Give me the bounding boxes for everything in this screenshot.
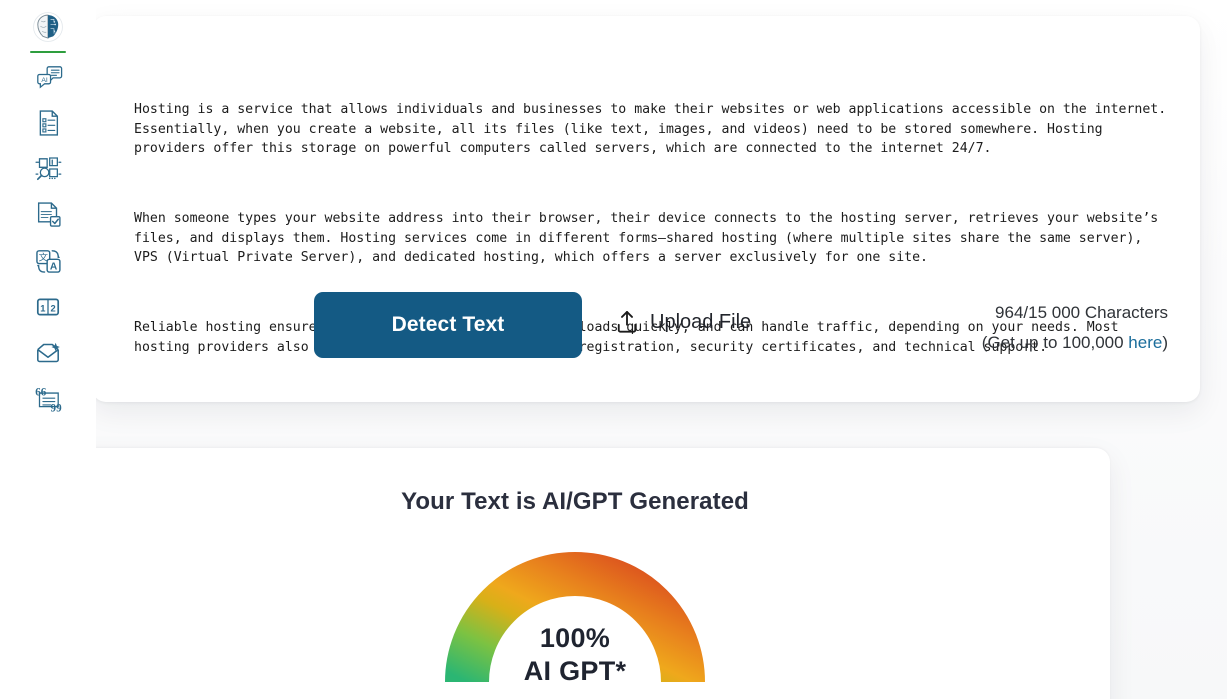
detection-result-card: Your Text is AI/GPT Generated 100% AI GP…: [40, 448, 1110, 699]
upload-arrow-icon: [617, 310, 637, 333]
app-root: AI 文 A 1 2 66 99 Hosting is a service th…: [0, 0, 1227, 699]
editor-paragraph: Hosting is a service that allows individ…: [134, 102, 1175, 156]
character-counter: 964/15 000 Characters (Get up to 100,000…: [982, 298, 1168, 358]
result-title: Your Text is AI/GPT Generated: [401, 488, 749, 515]
character-upgrade-note: (Get up to 100,000 here): [982, 328, 1168, 358]
svg-text:A: A: [50, 262, 58, 273]
svg-text:AI: AI: [41, 77, 48, 84]
character-count-value: 964/15 000 Characters: [995, 303, 1168, 322]
ai-score-gauge: 100% AI GPT*: [445, 530, 705, 699]
sidebar-item-summarizer[interactable]: [0, 100, 96, 146]
upload-file-label: Upload File: [650, 310, 752, 333]
sidebar-item-grammar-checker[interactable]: [0, 192, 96, 238]
editor-controls: Detect Text Upload File 964/15 000 Chara…: [134, 292, 1170, 384]
gauge-percent-value: 100%: [539, 623, 611, 653]
document-check-icon: [37, 202, 61, 227]
svg-text:1: 1: [40, 303, 45, 313]
gauge-subtitle: AI GPT*: [523, 656, 627, 686]
sidebar-item-citation-generator[interactable]: 66 99: [0, 376, 96, 422]
sidebar-item-translator[interactable]: 文 A: [0, 238, 96, 284]
magnifier-document-scan-icon: [35, 157, 62, 181]
document-list-icon: [39, 110, 59, 136]
sidebar-item-ai-content-detector[interactable]: [0, 0, 96, 54]
brain-ai-icon: [33, 12, 63, 42]
email-sparkle-icon: [37, 342, 60, 363]
translate-icon: 文 A: [36, 250, 61, 273]
upload-file-button[interactable]: Upload File: [616, 310, 751, 334]
svg-text:99: 99: [51, 403, 63, 415]
sidebar-item-email-writer[interactable]: [0, 330, 96, 376]
svg-text:2: 2: [50, 303, 55, 313]
gauge-center-labels: 100% AI GPT*: [445, 622, 705, 688]
sidebar-item-ai-detector-scan[interactable]: [0, 146, 96, 192]
detect-text-button[interactable]: Detect Text: [314, 292, 582, 358]
upgrade-here-link[interactable]: here: [1128, 333, 1162, 352]
editor-paragraph: When someone types your website address …: [134, 211, 1167, 265]
quotation-marks-icon: 66 99: [35, 387, 63, 415]
sidebar-item-word-counter[interactable]: 1 2: [0, 284, 96, 330]
sidebar-rail: AI 文 A 1 2 66 99: [0, 0, 96, 699]
upgrade-suffix: ): [1162, 333, 1168, 352]
ai-chat-bubble-icon: AI: [37, 66, 63, 89]
sidebar-item-ai-chat[interactable]: AI: [0, 54, 96, 100]
upgrade-prefix: (Get up to 100,000: [981, 333, 1129, 352]
word-counter-icon: 1 2: [36, 298, 60, 316]
text-editor-card: Hosting is a service that allows individ…: [92, 16, 1200, 402]
